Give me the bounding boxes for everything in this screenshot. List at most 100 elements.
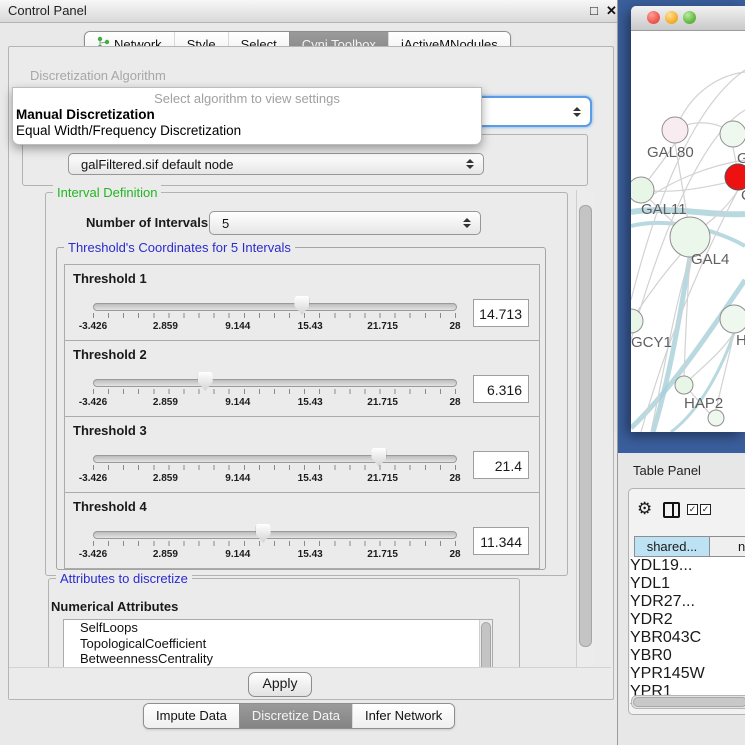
scale-label: -3.426	[79, 473, 107, 484]
scale-label: 28	[449, 397, 460, 408]
table-data-combobox[interactable]: galFiltered.sif default node	[68, 153, 484, 175]
num-intervals-combobox[interactable]: 5	[209, 211, 481, 235]
cell-name[interactable]: YDR2	[630, 611, 745, 629]
scale-label: 2.859	[153, 549, 178, 560]
scale-label: 15.43	[298, 397, 323, 408]
interval-definition-label: Interval Definition	[53, 185, 161, 200]
node-label: H	[736, 332, 745, 349]
table-panel-box: ⚙ ✓ ✓ shared... n YDL19...YDL1YDR27...YD…	[628, 488, 745, 715]
attribute-item[interactable]: TopologicalCoefficient	[64, 636, 492, 652]
apply-button[interactable]: Apply	[248, 672, 312, 697]
threshold-value-field[interactable]: 11.344	[473, 527, 529, 555]
interval-definition-group: Interval Definition Number of Intervals …	[45, 192, 568, 576]
column-header-shared-name[interactable]: shared...	[635, 537, 710, 556]
float-window-icon[interactable]: □	[590, 3, 598, 18]
bottom-tabs: Impute DataDiscretize DataInfer Network	[143, 703, 455, 729]
network-edge[interactable]	[689, 333, 734, 380]
checkbox-icon[interactable]: ✓	[687, 504, 698, 515]
table-row[interactable]: YBR043CYBR0	[630, 629, 745, 665]
combo-arrows-icon	[466, 159, 474, 169]
attributes-group-label: Attributes to discretize	[56, 571, 192, 586]
scale-label: -3.426	[79, 549, 107, 560]
scale-label: 9.144	[225, 321, 250, 332]
close-window-icon[interactable]	[647, 11, 660, 24]
cell-name[interactable]: YDL1	[630, 575, 745, 593]
tab-impute-data[interactable]: Impute Data	[144, 704, 239, 728]
slider-track[interactable]	[93, 455, 457, 463]
table-row[interactable]: YDL19...YDL1	[630, 557, 745, 593]
threshold-label: Threshold 4	[73, 499, 147, 514]
thresholds-group: Threshold's Coordinates for 5 Intervals …	[56, 247, 546, 570]
cell-name[interactable]: YBR0	[630, 647, 745, 665]
tab-infer-network[interactable]: Infer Network	[352, 704, 454, 728]
close-panel-icon[interactable]: ✕	[606, 3, 617, 19]
gear-icon[interactable]: ⚙	[637, 499, 652, 519]
node-table-header[interactable]: shared... n	[634, 536, 745, 557]
network-view[interactable]: GAL80G.CGAL11GAL4GCY1HHAP2	[631, 30, 745, 432]
scale-label: 15.43	[298, 321, 323, 332]
main-scrollbar[interactable]	[576, 190, 594, 667]
table-data-value: galFiltered.sif default node	[81, 157, 233, 172]
checkbox-icon[interactable]: ✓	[700, 504, 711, 515]
scale-label: 21.715	[367, 473, 398, 484]
minimize-window-icon[interactable]	[665, 11, 678, 24]
cell-shared-name[interactable]: YDL19...	[630, 557, 745, 575]
table-hscrollbar-thumb[interactable]	[633, 697, 745, 707]
scale-label: 9.144	[225, 473, 250, 484]
network-node[interactable]	[720, 305, 745, 333]
slider-scale: -3.4262.8599.14415.4321.71528	[93, 321, 455, 333]
num-intervals-value: 5	[222, 216, 229, 231]
zoom-window-icon[interactable]	[683, 11, 696, 24]
network-node[interactable]	[631, 177, 654, 203]
node-label: C	[741, 187, 745, 204]
slider-scale: -3.4262.8599.14415.4321.71528	[93, 473, 455, 485]
network-edge[interactable]	[631, 252, 683, 321]
node-label: G.	[737, 150, 745, 167]
scale-label: 28	[449, 549, 460, 560]
node-label: GCY1	[631, 334, 672, 351]
num-intervals-label: Number of Intervals	[86, 215, 208, 230]
node-label: GAL4	[691, 251, 729, 268]
main-scrollbar-thumb[interactable]	[579, 205, 592, 647]
threshold-panel: Threshold 3-3.4262.8599.14415.4321.71528…	[64, 416, 540, 493]
slider-ticks	[93, 313, 456, 318]
threshold-value-field[interactable]: 6.316	[473, 375, 529, 403]
slider-ticks	[93, 389, 456, 394]
cell-shared-name[interactable]: YDR27...	[630, 593, 745, 611]
threshold-value-field[interactable]: 21.4	[473, 451, 529, 479]
threshold-label: Threshold 3	[73, 423, 147, 438]
cell-shared-name[interactable]: YPR145W	[630, 665, 745, 683]
scale-label: 2.859	[153, 473, 178, 484]
network-node[interactable]	[675, 376, 693, 394]
network-window-titlebar[interactable]	[631, 6, 745, 31]
algorithm-group-label: Discretization Algorithm	[30, 68, 166, 83]
slider-track[interactable]	[93, 531, 457, 539]
scale-label: 15.43	[298, 549, 323, 560]
column-header-name[interactable]: n	[710, 537, 745, 556]
node-label: GAL80	[647, 144, 694, 161]
table-hscrollbar[interactable]	[631, 695, 745, 709]
scale-label: 28	[449, 473, 460, 484]
table-row[interactable]: YDR27...YDR2	[630, 593, 745, 629]
algorithm-popup: Select algorithm to view settings Manual…	[12, 87, 482, 145]
attribute-item[interactable]: BetweennessCentrality	[64, 651, 492, 667]
apply-strip: Apply	[9, 667, 611, 699]
control-panel-titlebar: Control Panel □ ✕	[0, 0, 618, 23]
thresholds-group-label: Threshold's Coordinates for 5 Intervals	[64, 240, 295, 255]
algorithm-option[interactable]: Equal Width/Frequency Discretization	[13, 123, 481, 139]
network-node[interactable]	[708, 410, 724, 426]
tab-discretize-data[interactable]: Discretize Data	[239, 704, 352, 728]
threshold-label: Threshold 2	[73, 347, 147, 362]
cell-shared-name[interactable]: YBR043C	[630, 629, 745, 647]
scale-label: 28	[449, 321, 460, 332]
algorithm-option[interactable]: Manual Discretization	[13, 107, 481, 123]
slider-track[interactable]	[93, 379, 457, 387]
network-node[interactable]	[662, 117, 688, 143]
attribute-item[interactable]: SelfLoops	[64, 620, 492, 636]
columns-icon[interactable]	[663, 502, 680, 518]
slider-track[interactable]	[93, 303, 457, 311]
network-node[interactable]	[720, 121, 745, 147]
network-node[interactable]	[631, 309, 643, 333]
threshold-value-field[interactable]: 14.713	[473, 299, 529, 327]
scale-label: 21.715	[367, 321, 398, 332]
